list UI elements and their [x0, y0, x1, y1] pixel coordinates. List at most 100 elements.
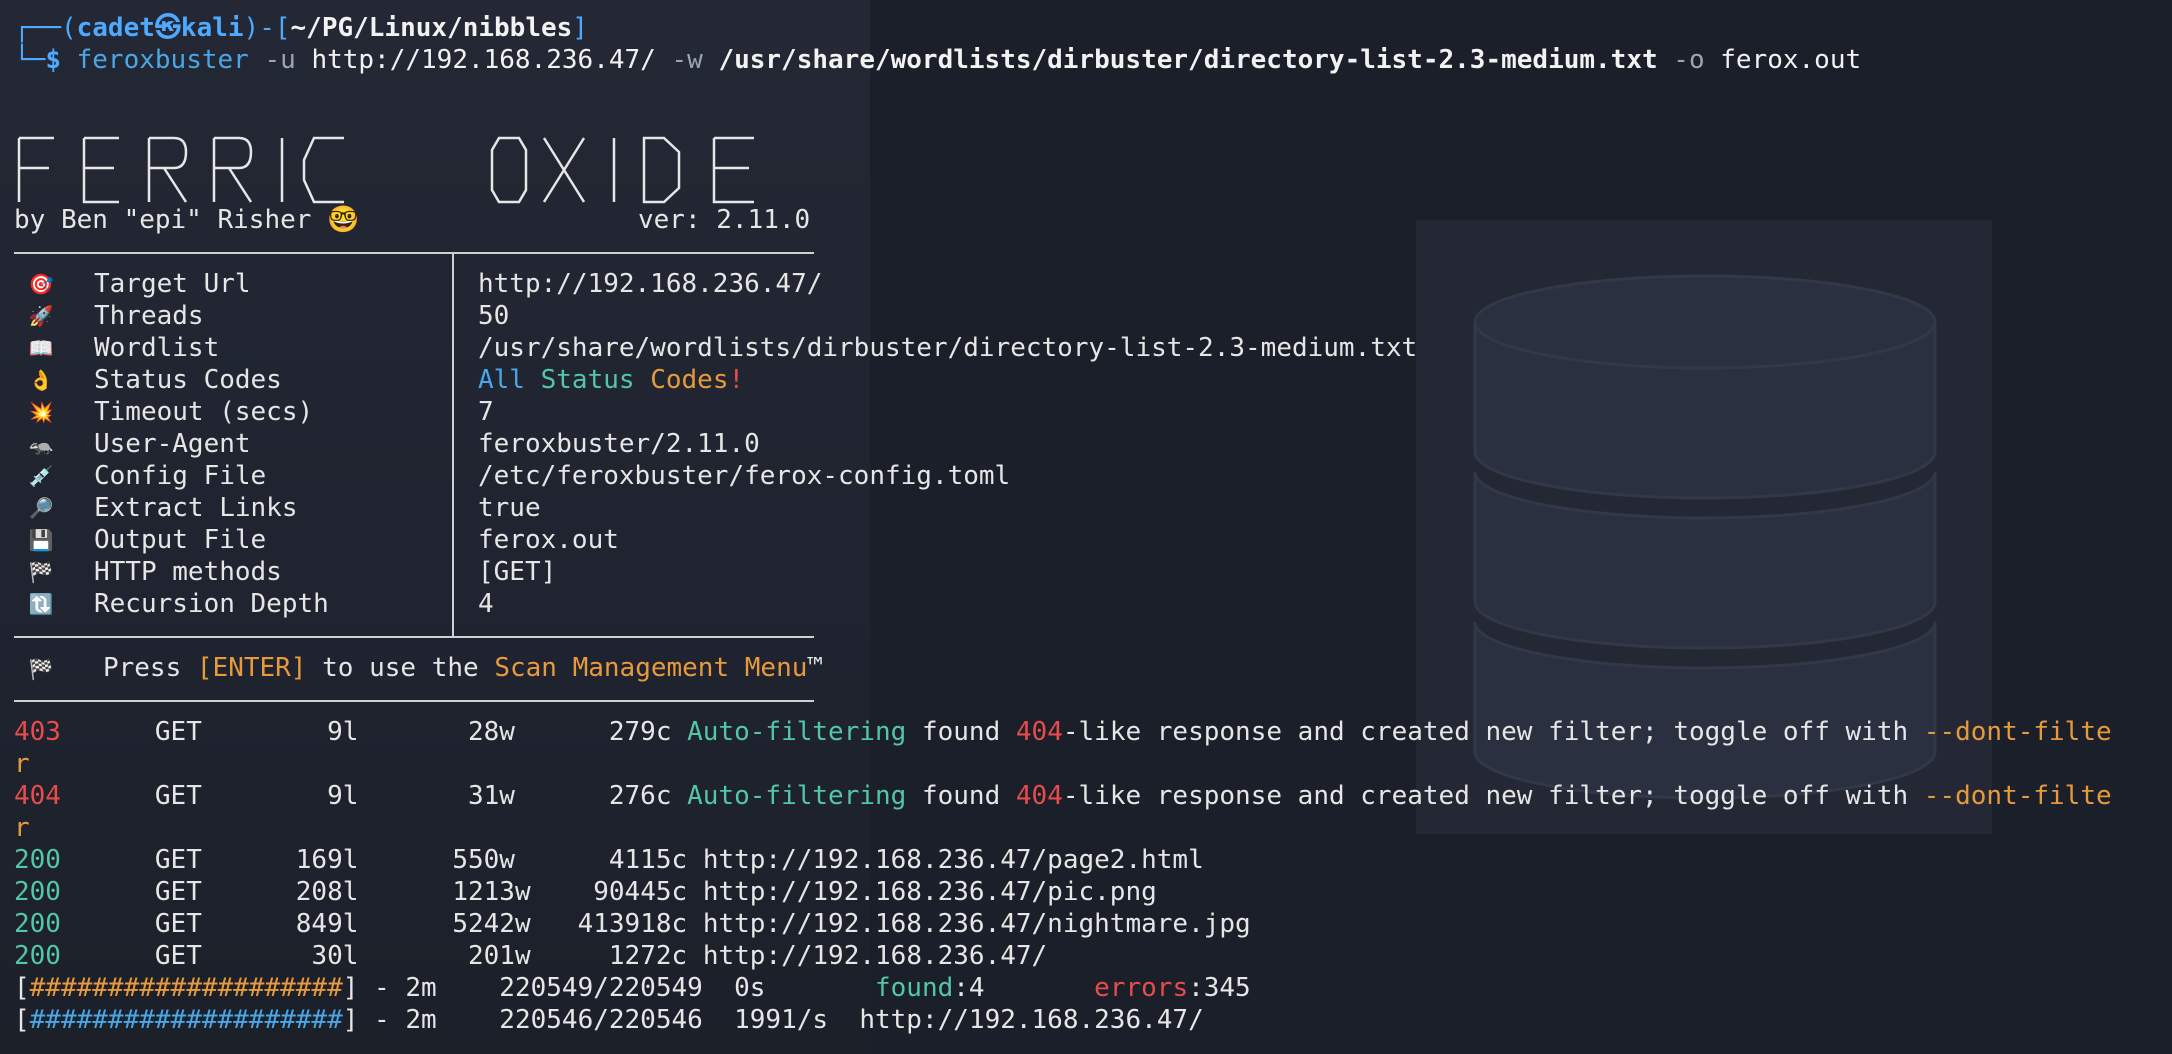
command-line[interactable]: └─$ feroxbuster -u http://192.168.236.47… — [14, 44, 1861, 76]
config-label: User-Agent — [94, 429, 251, 459]
filter-message: -like response and created new filter; t… — [1062, 717, 1924, 747]
filter-wrap: r — [14, 749, 30, 779]
config-label: Timeout (secs) — [94, 397, 314, 427]
config-value: 50 — [478, 301, 510, 331]
line-count: 208l — [295, 877, 359, 907]
status-word-codes: Codes — [650, 365, 729, 395]
code-404: 404 — [1015, 717, 1063, 747]
config-value: [GET] — [478, 557, 557, 587]
progress-url[interactable]: http://192.168.236.47/ — [859, 1005, 1203, 1035]
config-value: /etc/feroxbuster/ferox-config.toml — [478, 461, 1011, 491]
method: GET — [154, 781, 202, 811]
flag-o: -o — [1673, 45, 1705, 75]
flag-w: -w — [671, 45, 703, 75]
progress-row-overall: [####################] - 2m 220549/22054… — [14, 973, 1251, 1003]
divider-bottom — [14, 700, 814, 702]
result-url[interactable]: http://192.168.236.47/pic.png — [703, 877, 1157, 907]
prompt-corner-bottom: └─ — [14, 45, 46, 75]
status-code: 403 — [14, 717, 61, 747]
elapsed-time: 2m — [405, 1005, 437, 1035]
line-count: 169l — [295, 845, 359, 875]
result-url[interactable]: http://192.168.236.47/ — [703, 941, 1047, 971]
word-count: 28w — [467, 717, 515, 747]
progress-bar: #################### — [29, 1005, 343, 1035]
rate: 0s — [734, 973, 766, 1003]
line-count: 849l — [295, 909, 359, 939]
command-wordlist: /usr/share/wordlists/dirbuster/directory… — [718, 45, 1658, 75]
target-icon: 🎯 — [28, 272, 54, 296]
config-label: Recursion Depth — [94, 589, 329, 619]
status-code: 200 — [14, 909, 61, 939]
config-label: Wordlist — [94, 333, 220, 363]
config-value: 7 — [478, 397, 494, 427]
flag-u: -u — [264, 45, 296, 75]
config-value: 4 — [478, 589, 494, 619]
result-row: 200 GET 30l 201w 1272c http://192.168.23… — [14, 940, 1047, 972]
code-404: 404 — [1015, 781, 1063, 811]
config-label: Config File — [94, 461, 267, 491]
config-label: HTTP methods — [94, 557, 282, 587]
filter-row: 403 GET 9l 28w 279c Auto-filtering found… — [14, 716, 2112, 748]
status-code: 200 — [14, 877, 61, 907]
timeout-icon: 💥 — [28, 400, 54, 424]
magnifier-icon: 🔎 — [28, 496, 54, 520]
word-count: 550w — [452, 845, 515, 875]
divider-middle — [14, 636, 814, 638]
ok-hand-icon: 👌 — [28, 368, 54, 392]
errors-label: errors — [1094, 973, 1189, 1003]
banner-author: by Ben "epi" Risher 🤓 — [14, 205, 360, 235]
line-count: 9l — [327, 781, 359, 811]
config-value: http://192.168.236.47/ — [478, 269, 823, 299]
config-label: Status Codes — [94, 365, 282, 395]
result-url[interactable]: http://192.168.236.47/nightmare.jpg — [703, 909, 1251, 939]
config-label: Threads — [94, 301, 204, 331]
word-count: 201w — [467, 941, 531, 971]
method: GET — [154, 845, 202, 875]
word-count: 31w — [467, 781, 515, 811]
dont-filter-flag: --dont-filte — [1923, 717, 2112, 747]
filter-wrap: r — [14, 813, 30, 843]
prompt-dollar: $ — [45, 45, 61, 75]
checkered-flag-icon: 🏁 — [28, 560, 54, 584]
prompt-corner: ┌── — [14, 13, 61, 43]
status-code: 200 — [14, 941, 61, 971]
recursion-icon: 🔃 — [28, 592, 54, 616]
found-text: found — [906, 781, 1016, 811]
command-outfile: ferox.out — [1720, 45, 1862, 75]
press-enter-line: 🏁 Press [ENTER] to use the Scan Manageme… — [14, 652, 824, 684]
request-count: 220546/220546 — [499, 1005, 703, 1035]
prompt-at: ㉿ — [154, 13, 181, 43]
ferric-oxide-ascii-logo — [17, 136, 754, 204]
rocket-icon: 🚀 — [28, 304, 54, 328]
progress-row-url: [####################] - 2m 220546/22054… — [14, 1005, 1204, 1035]
method: GET — [154, 717, 202, 747]
char-count: 276c — [608, 781, 672, 811]
request-count: 220549/220549 — [499, 973, 703, 1003]
enter-key-hint: [ENTER] — [196, 653, 307, 683]
config-value: /usr/share/wordlists/dirbuster/directory… — [478, 333, 1418, 363]
config-value: true — [478, 493, 541, 523]
dont-filter-flag: --dont-filte — [1923, 781, 2112, 811]
checkered-flag-icon: 🏁 — [28, 657, 54, 681]
char-count: 4115c — [608, 845, 688, 875]
status-code: 200 — [14, 845, 61, 875]
divider-vertical — [452, 254, 454, 638]
result-url[interactable]: http://192.168.236.47/page2.html — [703, 845, 1204, 875]
progress-bar: #################### — [29, 973, 343, 1003]
word-count: 5242w — [452, 909, 531, 939]
command-bin: feroxbuster — [76, 45, 249, 75]
auto-filtering-text: Auto-filtering — [687, 717, 907, 747]
config-value: ferox.out — [478, 525, 619, 555]
filter-message: -like response and created new filter; t… — [1062, 781, 1924, 811]
status-code: 404 — [14, 781, 61, 811]
result-row: 200 GET 208l 1213w 90445c http://192.168… — [14, 876, 1157, 908]
status-codes-value: All Status Codes! — [478, 364, 744, 396]
result-row: 200 GET 169l 550w 4115c http://192.168.2… — [14, 844, 1204, 876]
badger-icon: 🦡 — [28, 432, 54, 456]
config-value: feroxbuster/2.11.0 — [478, 429, 760, 459]
prompt-host: kali — [180, 13, 244, 43]
syringe-icon: 💉 — [28, 464, 54, 488]
auto-filtering-text: Auto-filtering — [687, 781, 907, 811]
book-icon: 📖 — [28, 336, 54, 360]
status-word-status: Status — [540, 365, 635, 395]
